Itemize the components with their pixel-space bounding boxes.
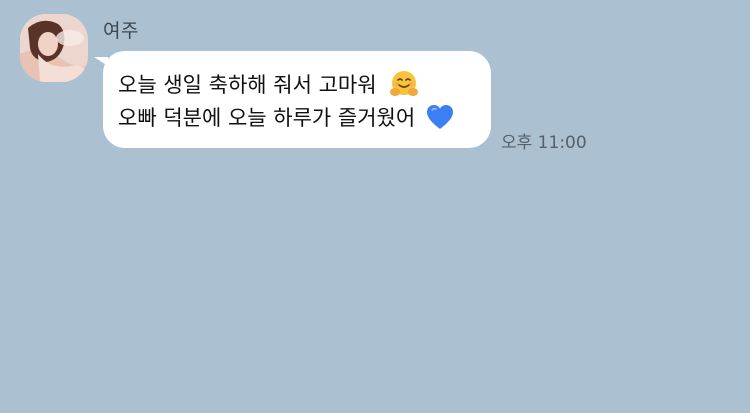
- profile-photo: [20, 14, 88, 82]
- message-line-1: 오늘 생일 축하해 줘서 고마워: [118, 67, 475, 100]
- message-timestamp: 오후 11:00: [501, 133, 587, 153]
- hugging-face-emoji-icon: [389, 69, 419, 99]
- message-text: 오빠 덕분에 오늘 하루가 즐거웠어: [118, 105, 416, 130]
- message-bubble[interactable]: 오늘 생일 축하해 줘서 고마워 오빠 덕분에 오늘 하루가 즐거웠어: [103, 51, 491, 148]
- message-text: 오늘 생일 축하해 줘서 고마워: [118, 72, 377, 97]
- profile-avatar[interactable]: [20, 14, 88, 82]
- blue-heart-emoji-icon: [425, 103, 455, 131]
- sender-name: 여주: [103, 20, 139, 42]
- message-line-2: 오빠 덕분에 오늘 하루가 즐거웠어: [118, 100, 475, 133]
- chat-area: 여주 오늘 생일 축하해 줘서 고마워 오빠 덕분에 오늘 하루가 즐거웠어 오…: [0, 0, 750, 413]
